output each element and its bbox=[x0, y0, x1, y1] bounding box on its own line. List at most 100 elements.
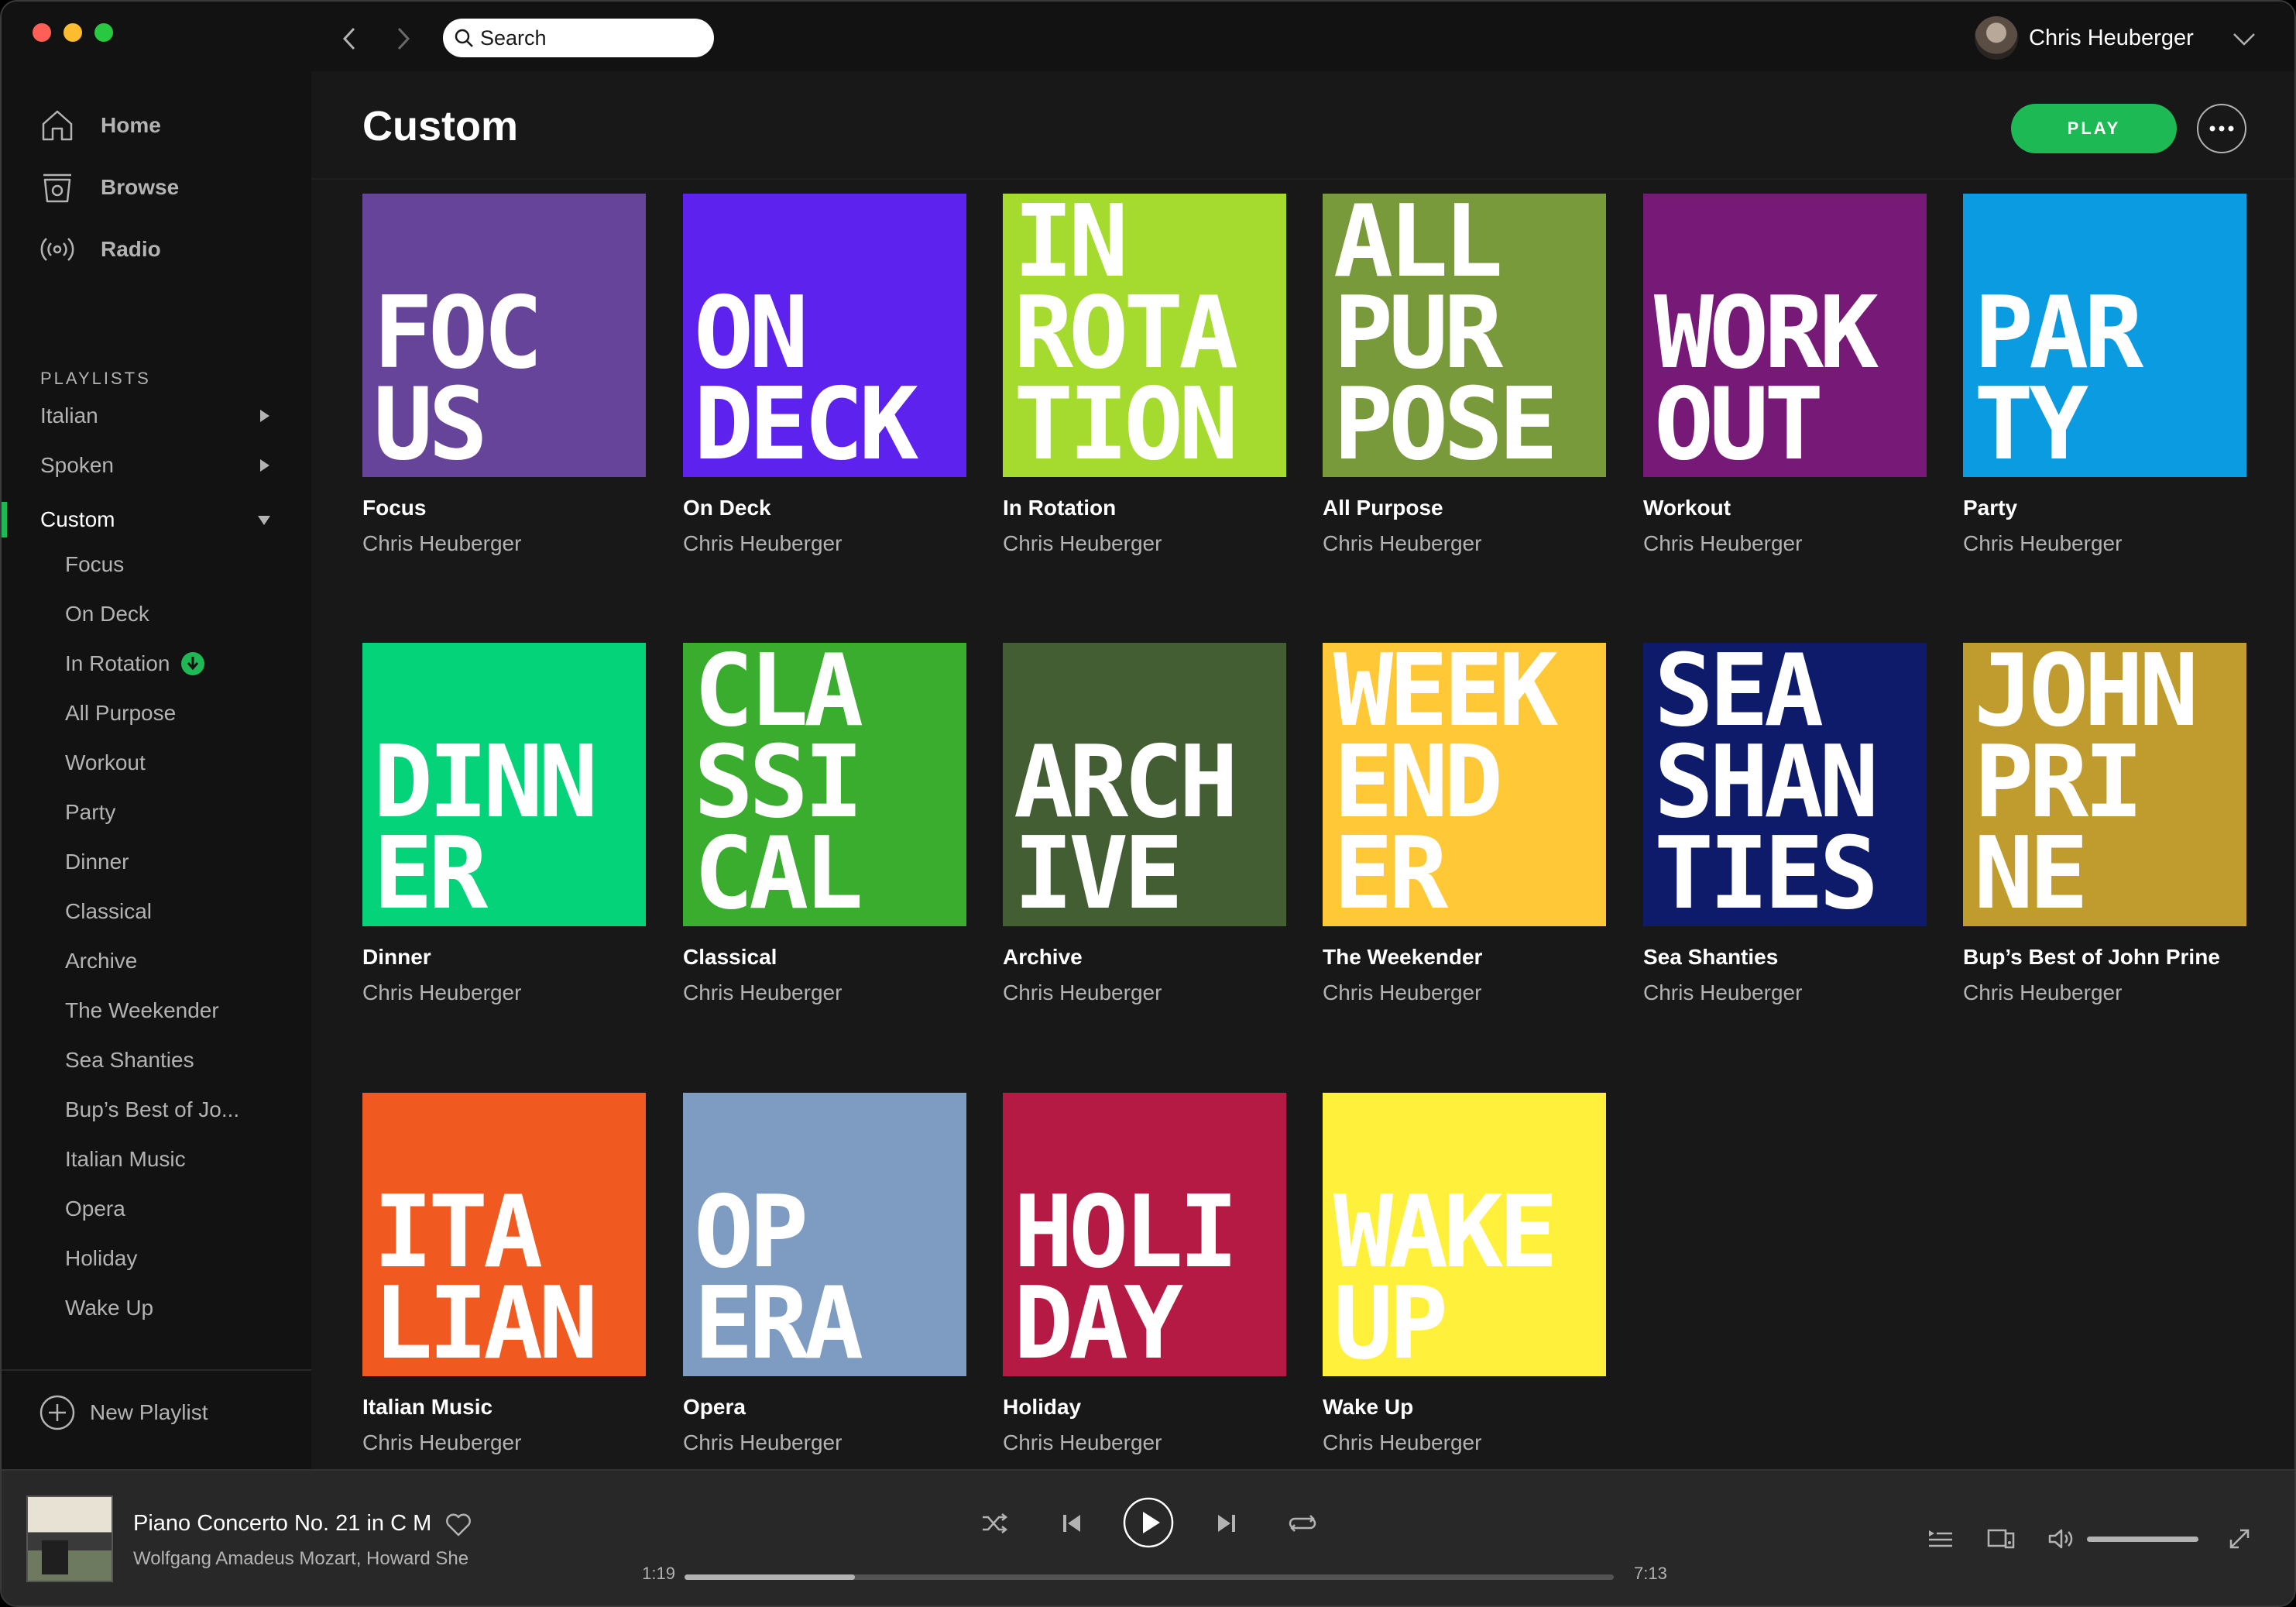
sidebar-playlist-item[interactable]: Bup’s Best of Jo... bbox=[65, 1090, 239, 1129]
shuffle-button[interactable] bbox=[979, 1508, 1010, 1539]
sidebar-playlist-item[interactable]: Wake Up bbox=[65, 1289, 153, 1327]
playlist-cover[interactable]: WEEK END ER bbox=[1323, 643, 1606, 926]
playlist-cover[interactable]: PAR TY bbox=[1963, 194, 2246, 477]
playlist-card[interactable]: CLA SSI CAL Classical Chris Heuberger bbox=[683, 643, 966, 1005]
album-art[interactable] bbox=[26, 1495, 113, 1582]
sidebar-playlist-item[interactable]: On Deck bbox=[65, 595, 149, 634]
playlist-cover[interactable]: OP ERA bbox=[683, 1093, 966, 1376]
card-owner[interactable]: Chris Heuberger bbox=[683, 531, 966, 556]
card-title[interactable]: Opera bbox=[683, 1395, 966, 1420]
sidebar-playlist-item[interactable]: Archive bbox=[65, 942, 137, 980]
nav-radio[interactable]: Radio bbox=[39, 226, 161, 273]
track-artist[interactable]: Wolfgang Amadeus Mozart, Howard She bbox=[133, 1548, 482, 1570]
more-options-button[interactable] bbox=[2197, 104, 2246, 153]
folder-italian[interactable]: Italian bbox=[40, 397, 273, 435]
card-owner[interactable]: Chris Heuberger bbox=[683, 1430, 966, 1455]
progress-bar[interactable] bbox=[685, 1574, 1614, 1580]
nav-browse[interactable]: Browse bbox=[39, 164, 179, 211]
volume-slider[interactable] bbox=[2087, 1537, 2198, 1542]
queue-button[interactable] bbox=[1924, 1522, 1958, 1556]
volume-button[interactable] bbox=[2044, 1522, 2078, 1556]
playlist-card[interactable]: IN ROTA TION In Rotation Chris Heuberger bbox=[1003, 194, 1286, 556]
playlist-card[interactable]: ITA LIAN Italian Music Chris Heuberger bbox=[362, 1093, 646, 1455]
minimize-window-button[interactable] bbox=[63, 23, 82, 42]
sidebar-playlist-item[interactable]: Workout bbox=[65, 743, 146, 782]
card-owner[interactable]: Chris Heuberger bbox=[1643, 980, 1927, 1005]
playlist-cover[interactable]: WAKE UP bbox=[1323, 1093, 1606, 1376]
zoom-window-button[interactable] bbox=[94, 23, 113, 42]
card-title[interactable]: The Weekender bbox=[1323, 945, 1606, 970]
card-owner[interactable]: Chris Heuberger bbox=[683, 980, 966, 1005]
card-title[interactable]: Archive bbox=[1003, 945, 1286, 970]
card-owner[interactable]: Chris Heuberger bbox=[1323, 531, 1606, 556]
playlist-card[interactable]: FOC US Focus Chris Heuberger bbox=[362, 194, 646, 556]
sidebar-playlist-item[interactable]: Sea Shanties bbox=[65, 1041, 194, 1080]
sidebar-playlist-item[interactable]: The Weekender bbox=[65, 991, 219, 1030]
playlist-cover[interactable]: CLA SSI CAL bbox=[683, 643, 966, 926]
playlist-cover[interactable]: WORK OUT bbox=[1643, 194, 1927, 477]
card-title[interactable]: Workout bbox=[1643, 496, 1927, 520]
card-title[interactable]: Italian Music bbox=[362, 1395, 646, 1420]
like-button[interactable] bbox=[444, 1511, 472, 1539]
folder-custom[interactable]: Custom bbox=[40, 500, 273, 539]
new-playlist-button[interactable]: New Playlist bbox=[39, 1388, 208, 1437]
sidebar-playlist-item[interactable]: Italian Music bbox=[65, 1140, 186, 1179]
nav-home[interactable]: Home bbox=[39, 102, 161, 149]
card-owner[interactable]: Chris Heuberger bbox=[1003, 1430, 1286, 1455]
playlist-cover[interactable]: ON DECK bbox=[683, 194, 966, 477]
playlist-card[interactable]: ON DECK On Deck Chris Heuberger bbox=[683, 194, 966, 556]
card-owner[interactable]: Chris Heuberger bbox=[362, 980, 646, 1005]
sidebar-playlist-item[interactable]: Focus bbox=[65, 545, 124, 584]
devices-button[interactable] bbox=[1984, 1522, 2018, 1556]
playlist-card[interactable]: WAKE UP Wake Up Chris Heuberger bbox=[1323, 1093, 1606, 1455]
card-owner[interactable]: Chris Heuberger bbox=[1323, 980, 1606, 1005]
playlist-card[interactable]: DINN ER Dinner Chris Heuberger bbox=[362, 643, 646, 1005]
card-owner[interactable]: Chris Heuberger bbox=[1963, 531, 2246, 556]
playlist-card[interactable]: PAR TY Party Chris Heuberger bbox=[1963, 194, 2246, 556]
card-owner[interactable]: Chris Heuberger bbox=[1963, 980, 2246, 1005]
card-title[interactable]: Party bbox=[1963, 496, 2246, 520]
sidebar-playlist-item[interactable]: Classical bbox=[65, 892, 152, 931]
play-button[interactable]: PLAY bbox=[2011, 104, 2177, 153]
previous-button[interactable] bbox=[1056, 1508, 1087, 1539]
card-owner[interactable]: Chris Heuberger bbox=[1323, 1430, 1606, 1455]
back-button[interactable] bbox=[335, 22, 366, 56]
card-owner[interactable]: Chris Heuberger bbox=[362, 1430, 646, 1455]
playlist-card[interactable]: SEA SHAN TIES Sea Shanties Chris Heuberg… bbox=[1643, 643, 1927, 1005]
playlist-cover[interactable]: JOHN PRI NE bbox=[1963, 643, 2246, 926]
playlist-card[interactable]: ARCH IVE Archive Chris Heuberger bbox=[1003, 643, 1286, 1005]
track-title[interactable]: Piano Concerto No. 21 in C M bbox=[133, 1511, 432, 1537]
sidebar-playlist-item[interactable]: Dinner bbox=[65, 843, 129, 881]
sidebar-playlist-item[interactable]: Opera bbox=[65, 1190, 125, 1228]
playlist-cover[interactable]: FOC US bbox=[362, 194, 646, 477]
playlist-card[interactable]: WEEK END ER The Weekender Chris Heuberge… bbox=[1323, 643, 1606, 1005]
card-title[interactable]: In Rotation bbox=[1003, 496, 1286, 520]
sidebar-playlist-item[interactable]: Holiday bbox=[65, 1239, 137, 1278]
card-owner[interactable]: Chris Heuberger bbox=[1003, 980, 1286, 1005]
repeat-button[interactable] bbox=[1287, 1508, 1318, 1539]
card-title[interactable]: Holiday bbox=[1003, 1395, 1286, 1420]
playlist-cover[interactable]: ALL PUR POSE bbox=[1323, 194, 1606, 477]
playlist-cover[interactable]: IN ROTA TION bbox=[1003, 194, 1286, 477]
sidebar-playlist-item[interactable]: Party bbox=[65, 793, 115, 832]
playlist-card[interactable]: WORK OUT Workout Chris Heuberger bbox=[1643, 194, 1927, 556]
card-title[interactable]: Classical bbox=[683, 945, 966, 970]
sidebar-playlist-item[interactable]: In Rotation bbox=[65, 644, 205, 683]
playlist-card[interactable]: ALL PUR POSE All Purpose Chris Heuberger bbox=[1323, 194, 1606, 556]
playlist-card[interactable]: JOHN PRI NE Bup’s Best of John Prine Chr… bbox=[1963, 643, 2246, 1005]
playlist-cover[interactable]: ITA LIAN bbox=[362, 1093, 646, 1376]
card-title[interactable]: Bup’s Best of John Prine bbox=[1963, 945, 2246, 970]
card-title[interactable]: On Deck bbox=[683, 496, 966, 520]
search-box[interactable] bbox=[443, 19, 714, 57]
fullscreen-button[interactable] bbox=[2222, 1522, 2257, 1556]
playlist-card[interactable]: HOLI DAY Holiday Chris Heuberger bbox=[1003, 1093, 1286, 1455]
playlist-card[interactable]: OP ERA Opera Chris Heuberger bbox=[683, 1093, 966, 1455]
user-menu-button[interactable] bbox=[2227, 23, 2261, 54]
card-title[interactable]: Wake Up bbox=[1323, 1395, 1606, 1420]
card-owner[interactable]: Chris Heuberger bbox=[362, 531, 646, 556]
card-title[interactable]: Focus bbox=[362, 496, 646, 520]
user-profile[interactable]: Chris Heuberger bbox=[1975, 14, 2194, 62]
search-input[interactable] bbox=[480, 26, 705, 50]
card-owner[interactable]: Chris Heuberger bbox=[1643, 531, 1927, 556]
playlist-cover[interactable]: DINN ER bbox=[362, 643, 646, 926]
